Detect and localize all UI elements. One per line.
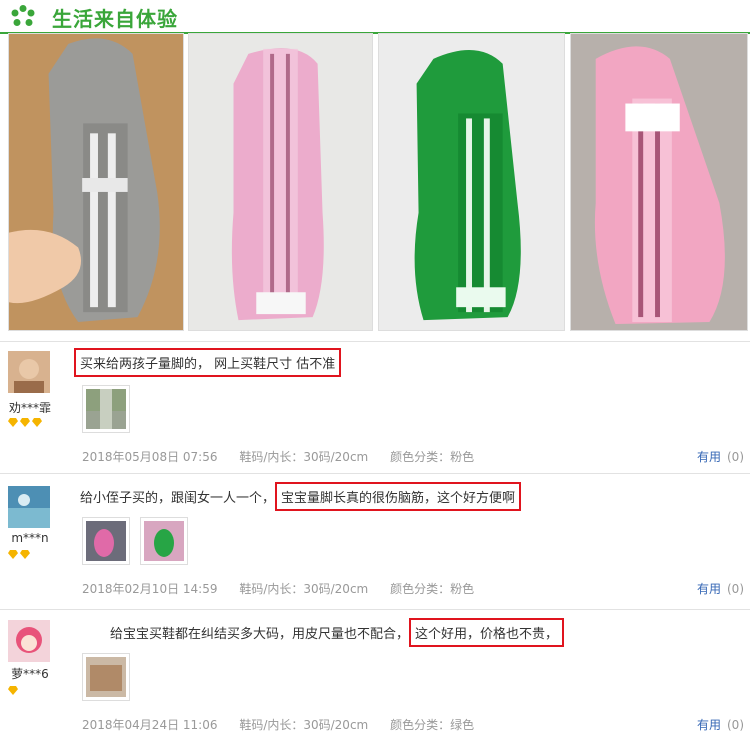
diamond-icon bbox=[20, 550, 30, 559]
review-date: 2018年04月24日 11:06 bbox=[82, 718, 218, 732]
review-text-highlight: 宝宝量脚长真的很伤脑筋，这个好方便啊 bbox=[275, 482, 522, 511]
section-header: 生活来自体验 bbox=[0, 0, 750, 34]
useful-button[interactable]: 有用 bbox=[697, 582, 721, 596]
review-text-highlight: 买来给两孩子量脚的， 网上买鞋尺寸 估不准 bbox=[74, 348, 342, 377]
useful-count: (0) bbox=[727, 450, 744, 464]
review-meta: 2018年04月24日 11:06 鞋码/内长：30码/20cm 颜色分类：绿色 bbox=[82, 716, 492, 733]
flower-icon bbox=[11, 5, 35, 26]
review-size: 鞋码/内长：30码/20cm bbox=[239, 450, 369, 464]
diamond-icon bbox=[32, 418, 42, 427]
review-date: 2018年05月08日 07:56 bbox=[82, 450, 218, 464]
useful-count: (0) bbox=[727, 718, 744, 732]
review-text-plain: 给宝宝买鞋都在纠结买多大码，用皮尺量也不配合， bbox=[110, 627, 410, 642]
review-item: 劝***霏 买来给两孩子量脚的， 网上买鞋尺寸 估不准 2018年05月08日 … bbox=[0, 341, 750, 471]
user-level-badges bbox=[8, 418, 42, 428]
diamond-icon bbox=[20, 418, 30, 427]
review-image-thumbnail[interactable] bbox=[82, 385, 130, 433]
review-username: 萝***6 bbox=[11, 667, 49, 681]
user-level-badges bbox=[8, 686, 18, 696]
useful-vote[interactable]: 有用 (0) bbox=[697, 580, 744, 597]
review-username: m***n bbox=[11, 531, 49, 545]
review-item: m***n 给小侄子买的，跟闺女一人一个， 宝宝量脚长真的很伤脑筋，这个好方便啊 … bbox=[0, 473, 750, 607]
review-text-plain: 给小侄子买的，跟闺女一人一个， bbox=[80, 491, 276, 506]
review-date: 2018年02月10日 14:59 bbox=[82, 582, 218, 596]
diamond-icon bbox=[8, 418, 18, 427]
useful-button[interactable]: 有用 bbox=[697, 718, 721, 732]
diamond-icon bbox=[8, 686, 18, 695]
product-photo-strip bbox=[0, 33, 750, 333]
diamond-icon bbox=[8, 550, 18, 559]
pink-foot-measure-photo-2[interactable] bbox=[570, 33, 748, 331]
review-text: 给小侄子买的，跟闺女一人一个， 宝宝量脚长真的很伤脑筋，这个好方便啊 bbox=[80, 482, 522, 511]
useful-button[interactable]: 有用 bbox=[697, 450, 721, 464]
review-color: 颜色分类：绿色 bbox=[390, 718, 475, 732]
avatar[interactable] bbox=[8, 620, 50, 662]
review-image-thumbnail[interactable] bbox=[82, 653, 130, 701]
pink-foot-measure-photo[interactable] bbox=[188, 33, 373, 331]
review-meta: 2018年05月08日 07:56 鞋码/内长：30码/20cm 颜色分类：粉色 bbox=[82, 448, 492, 465]
review-username: 劝***霏 bbox=[8, 401, 51, 415]
review-item: 萝***6 给宝宝买鞋都在纠结买多大码，用皮尺量也不配合， 这个好用，价格也不贵，… bbox=[0, 609, 750, 756]
review-text: 给宝宝买鞋都在纠结买多大码，用皮尺量也不配合， 这个好用，价格也不贵， bbox=[110, 618, 565, 647]
useful-count: (0) bbox=[727, 582, 744, 596]
review-size: 鞋码/内长：30码/20cm bbox=[239, 582, 369, 596]
useful-vote[interactable]: 有用 (0) bbox=[697, 716, 744, 733]
avatar[interactable] bbox=[8, 351, 50, 393]
useful-vote[interactable]: 有用 (0) bbox=[697, 448, 744, 465]
avatar[interactable] bbox=[8, 486, 50, 528]
review-text: 买来给两孩子量脚的， 网上买鞋尺寸 估不准 bbox=[74, 348, 342, 377]
review-meta: 2018年02月10日 14:59 鞋码/内长：30码/20cm 颜色分类：粉色 bbox=[82, 580, 492, 597]
review-color: 颜色分类：粉色 bbox=[390, 582, 475, 596]
green-foot-measure-photo[interactable] bbox=[378, 33, 565, 331]
review-image-thumbnail[interactable] bbox=[140, 517, 188, 565]
review-color: 颜色分类：粉色 bbox=[390, 450, 475, 464]
section-title: 生活来自体验 bbox=[52, 7, 178, 31]
review-image-thumbnail[interactable] bbox=[82, 517, 130, 565]
review-size: 鞋码/内长：30码/20cm bbox=[239, 718, 369, 732]
gray-foot-measure-photo[interactable] bbox=[8, 33, 184, 331]
review-text-highlight: 这个好用，价格也不贵， bbox=[409, 618, 565, 647]
user-level-badges bbox=[8, 550, 30, 560]
